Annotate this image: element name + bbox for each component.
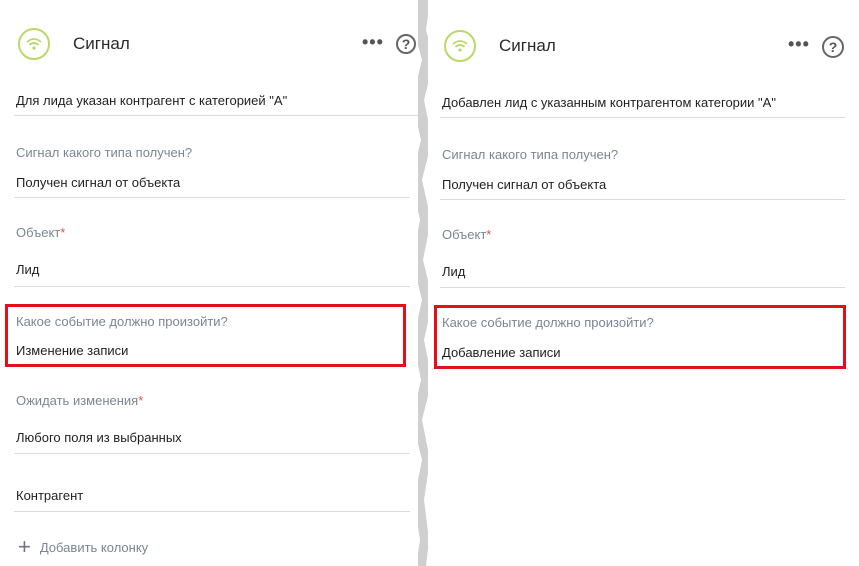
required-marker: * xyxy=(486,227,492,242)
field-label-signal-type: Сигнал какого типа получен? xyxy=(442,147,619,162)
plus-icon: + xyxy=(18,534,31,559)
panel-title: Сигнал xyxy=(73,34,130,53)
add-column-button[interactable]: + Добавить колонку xyxy=(18,534,149,559)
add-column-label: Добавить колонку xyxy=(39,539,149,555)
field-value-object[interactable]: Лид xyxy=(442,264,465,279)
divider xyxy=(14,197,410,198)
signal-panel-left: Сигнал ••• ? Для лида указан контрагент … xyxy=(0,0,418,566)
column-value[interactable]: Контрагент xyxy=(16,488,83,503)
more-options-icon[interactable]: ••• xyxy=(788,34,810,55)
description-field[interactable]: Для лида указан контрагент с категорией … xyxy=(16,93,287,108)
divider xyxy=(14,286,410,287)
field-value-signal-type[interactable]: Получен сигнал от объекта xyxy=(16,175,180,190)
required-marker: * xyxy=(60,225,66,240)
wifi-signal-icon xyxy=(18,28,50,60)
field-value-event[interactable]: Добавление записи xyxy=(442,345,561,360)
field-value-signal-type[interactable]: Получен сигнал от объекта xyxy=(442,177,606,192)
more-options-icon[interactable]: ••• xyxy=(362,32,384,53)
field-value-object[interactable]: Лид xyxy=(16,262,39,277)
field-label-event: Какое событие должно произойти? xyxy=(16,314,228,329)
field-label-object: Объект* xyxy=(16,225,66,240)
panel-title: Сигнал xyxy=(499,36,556,55)
divider xyxy=(14,511,410,512)
required-marker: * xyxy=(138,393,144,408)
help-icon[interactable]: ? xyxy=(822,36,844,58)
field-value-wait-changes[interactable]: Любого поля из выбранных xyxy=(16,430,182,445)
field-label-object: Объект* xyxy=(442,227,492,242)
field-value-event[interactable]: Изменение записи xyxy=(16,343,128,358)
divider xyxy=(14,453,410,454)
field-label-wait-changes: Ожидать изменения* xyxy=(16,393,144,408)
description-field[interactable]: Добавлен лид с указанным контрагентом ка… xyxy=(442,95,776,110)
divider xyxy=(440,199,845,200)
divider xyxy=(440,287,845,288)
wifi-signal-icon xyxy=(444,30,476,62)
help-icon[interactable]: ? xyxy=(396,34,416,54)
field-label-event: Какое событие должно произойти? xyxy=(442,315,654,330)
divider xyxy=(14,115,418,116)
signal-panel-right: Сигнал ••• ? Добавлен лид с указанным ко… xyxy=(428,0,859,566)
divider xyxy=(440,117,845,118)
field-label-signal-type: Сигнал какого типа получен? xyxy=(16,145,193,160)
